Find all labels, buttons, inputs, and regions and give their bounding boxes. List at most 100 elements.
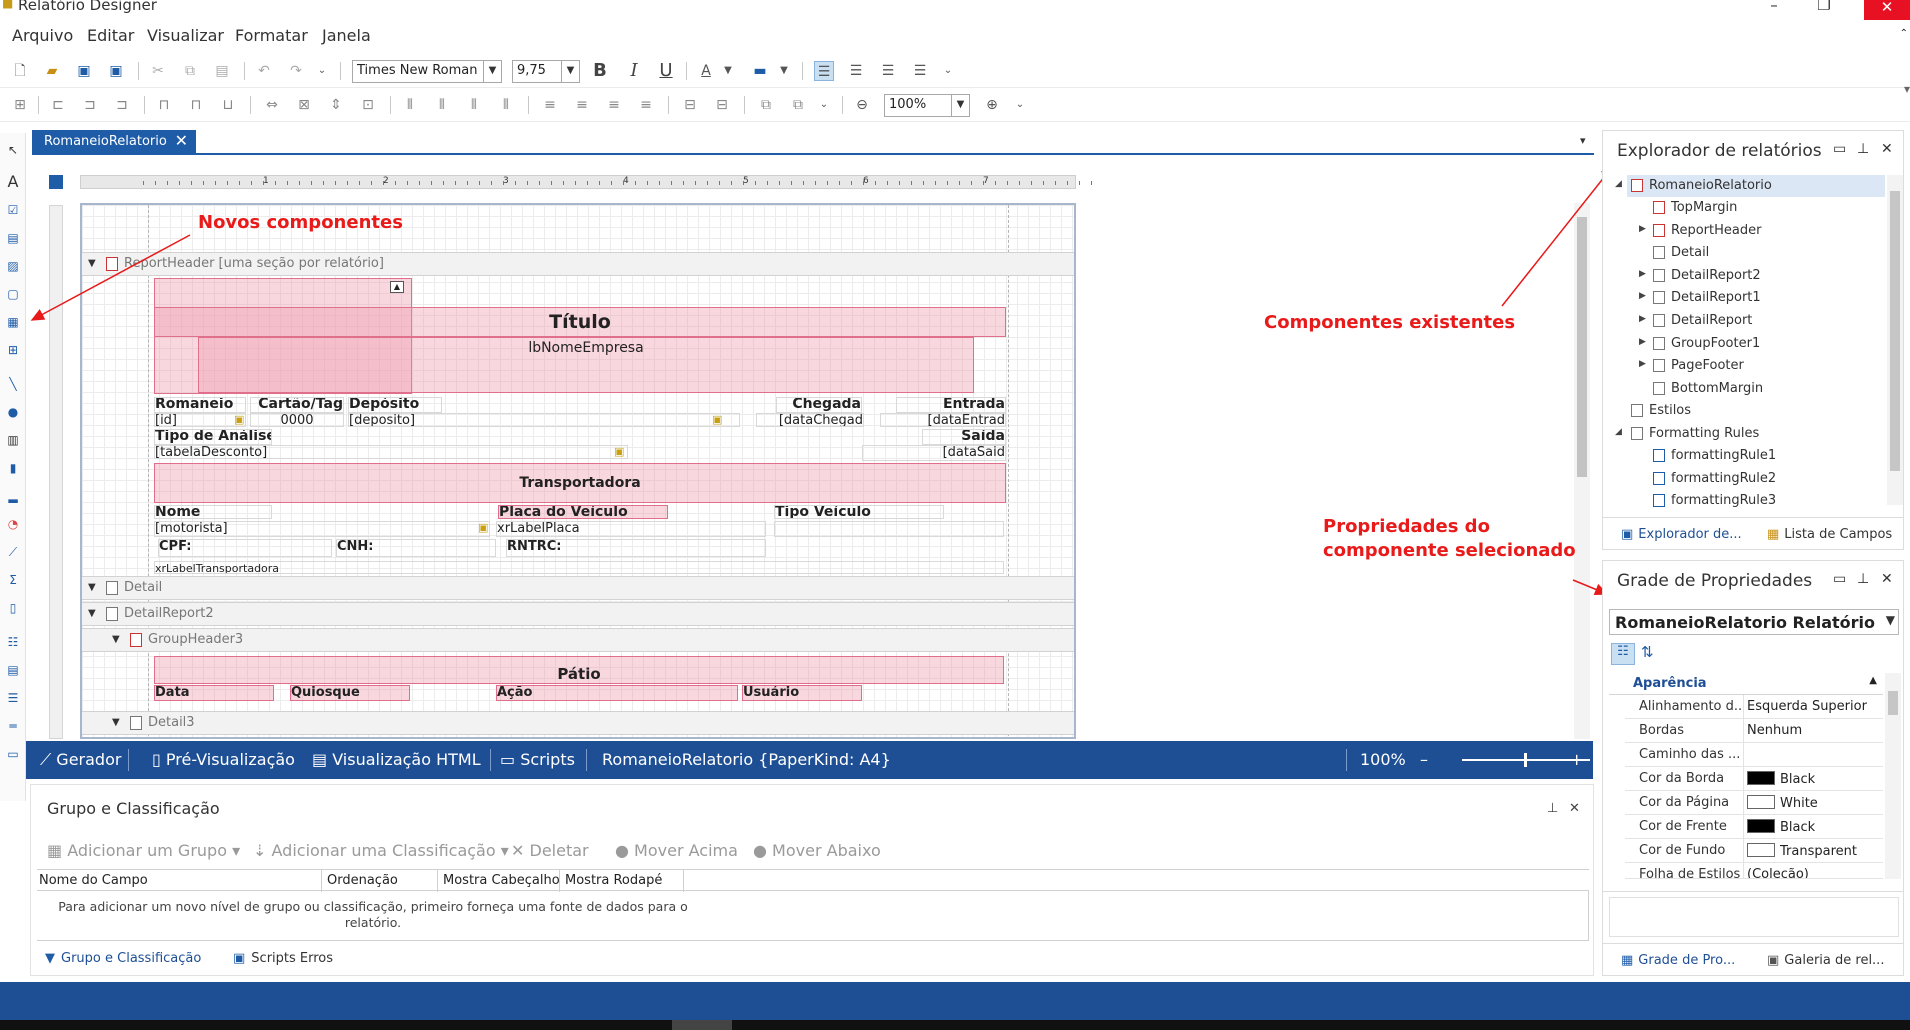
move-up-button[interactable]: ● Mover Acima: [615, 841, 738, 860]
tree-item-label: RomaneioRelatorio: [1649, 178, 1772, 193]
pin-icon[interactable]: ⊥: [1857, 571, 1869, 587]
property-name: Folha de Estilos: [1639, 867, 1741, 879]
property-row[interactable]: Caminho das ...: [1625, 743, 1883, 767]
property-row[interactable]: Folha de Estilos (Coleção): [1625, 863, 1883, 879]
tab-explorador[interactable]: ▣ Explorador de...: [1621, 527, 1742, 542]
expand-icon[interactable]: ▶: [1639, 359, 1646, 369]
annotation-new-components: Novos componentes: [198, 212, 403, 233]
column-mostra-cabecalho[interactable]: Mostra Cabeçalho: [443, 873, 560, 888]
group-grid-body[interactable]: Para adicionar um novo nível de grupo ou…: [37, 891, 1589, 941]
property-value[interactable]: Black: [1780, 772, 1815, 787]
zoom-plus-button[interactable]: +: [1570, 750, 1583, 769]
tree-item[interactable]: ▶ GroupFooter1: [1639, 336, 1760, 351]
expand-icon[interactable]: ▶: [1639, 337, 1646, 347]
properties-panel: Grade de Propriedades ▭ ⊥ ✕ RomaneioRela…: [1602, 560, 1904, 976]
property-row[interactable]: Cor de Fundo Transparent: [1625, 839, 1883, 863]
property-row[interactable]: Bordas Nenhum: [1625, 719, 1883, 743]
tree-item[interactable]: ◢ Formatting Rules: [1615, 426, 1759, 441]
expand-icon[interactable]: ◢: [1615, 179, 1622, 189]
property-value[interactable]: Transparent: [1780, 844, 1857, 859]
tab-galeria[interactable]: ▣ Galeria de rel...: [1767, 953, 1884, 968]
property-name: Cor de Frente: [1639, 819, 1727, 834]
color-swatch: [1747, 843, 1775, 857]
status-scripts-label: Scripts: [520, 750, 575, 769]
tab-gallery-label: Galeria de rel...: [1784, 953, 1885, 968]
tree-item-label: DetailReport: [1671, 313, 1753, 328]
expand-icon[interactable]: ▶: [1639, 224, 1646, 234]
property-value[interactable]: White: [1780, 796, 1818, 811]
tree-item[interactable]: formattingRule3: [1653, 493, 1776, 508]
panel-close-icon[interactable]: ✕: [1881, 141, 1893, 157]
group-grid-header: Nome do Campo Ordenação Mostra Cabeçalho…: [37, 869, 1589, 892]
status-html[interactable]: ▤ Visualização HTML: [312, 750, 481, 769]
tree-item[interactable]: BottomMargin: [1653, 381, 1763, 396]
tree-item[interactable]: ▶ ReportHeader: [1639, 223, 1761, 238]
tree-item[interactable]: formattingRule1: [1653, 448, 1776, 463]
add-sort-button[interactable]: ⇣ Adicionar uma Classificação ▾: [253, 841, 509, 860]
tree-item[interactable]: ▶ DetailReport2: [1639, 268, 1761, 283]
tree-item[interactable]: ▶ PageFooter: [1639, 358, 1744, 373]
explorer-tree[interactable]: ◢ RomaneioRelatorio TopMargin ▶ ReportHead…: [1603, 175, 1885, 508]
tree-item[interactable]: ◢ RomaneioRelatorio: [1615, 178, 1772, 193]
tree-item[interactable]: formattingRule2: [1653, 471, 1776, 486]
property-row[interactable]: Cor da Borda Black: [1625, 767, 1883, 791]
tab-grade-propriedades[interactable]: ▦ Grade de Pro...: [1621, 953, 1735, 968]
add-group-button[interactable]: ▦ Adicionar um Grupo ▾: [47, 841, 240, 860]
property-row[interactable]: Alinhamento d... Esquerda Superior: [1625, 695, 1883, 719]
move-down-button[interactable]: ● Mover Abaixo: [753, 841, 881, 860]
color-swatch: [1747, 795, 1775, 809]
expand-icon[interactable]: ▶: [1639, 291, 1646, 301]
property-value[interactable]: (Coleção): [1747, 867, 1809, 878]
tree-item-label: Estilos: [1649, 403, 1692, 418]
properties-scrollbar[interactable]: [1885, 673, 1901, 879]
tab-lista-campos[interactable]: ▦ Lista de Campos: [1767, 527, 1892, 542]
status-scripts[interactable]: ▭ Scripts: [500, 750, 575, 769]
annotation-properties-line1: Propriedades do: [1323, 516, 1490, 537]
chevron-down-icon[interactable]: ▼: [1886, 613, 1895, 627]
tree-item[interactable]: ▶ DetailReport: [1639, 313, 1753, 328]
object-selector[interactable]: RomaneioRelatorio Relatório ▼: [1609, 609, 1899, 635]
status-gerador[interactable]: ⟋ Gerador: [40, 750, 121, 770]
add-group-label: Adicionar um Grupo: [67, 841, 227, 860]
pin-icon[interactable]: ⊥: [1857, 141, 1869, 157]
category-aparencia[interactable]: Aparência ▲: [1609, 673, 1883, 695]
explorer-scrollbar[interactable]: [1887, 175, 1903, 505]
tab-scripts-erros[interactable]: ▣ Scripts Erros: [233, 951, 333, 966]
zoom-minus-button[interactable]: –: [1420, 750, 1428, 769]
band-icon: [1653, 269, 1665, 282]
tree-item-label: formattingRule3: [1671, 493, 1777, 508]
tree-item[interactable]: TopMargin: [1653, 200, 1737, 215]
column-mostra-rodape[interactable]: Mostra Rodapé: [565, 873, 662, 888]
tree-item[interactable]: Estilos: [1631, 403, 1691, 418]
expand-icon[interactable]: ▶: [1639, 314, 1646, 324]
tree-item[interactable]: Detail: [1653, 245, 1709, 260]
status-html-label: Visualização HTML: [332, 750, 481, 769]
property-row[interactable]: Cor da Página White: [1625, 791, 1883, 815]
tree-item[interactable]: ▶ DetailReport1: [1639, 290, 1761, 305]
column-nome-campo[interactable]: Nome do Campo: [39, 873, 148, 888]
column-ordenacao[interactable]: Ordenação: [327, 873, 398, 888]
categorized-icon[interactable]: ☷: [1611, 643, 1635, 665]
scrollbar-thumb[interactable]: [1890, 191, 1900, 471]
property-value[interactable]: Black: [1780, 820, 1815, 835]
property-row[interactable]: Cor de Frente Black: [1625, 815, 1883, 839]
tree-item-label: PageFooter: [1671, 358, 1744, 373]
delete-button[interactable]: ✕ Deletar: [511, 841, 589, 860]
expand-icon[interactable]: ◢: [1615, 427, 1622, 437]
pin-icon[interactable]: ⊥: [1547, 801, 1558, 816]
maximize-icon[interactable]: ▭: [1833, 141, 1846, 157]
scrollbar-thumb[interactable]: [1888, 691, 1898, 715]
taskbar-active-item[interactable]: [672, 1020, 732, 1030]
maximize-icon[interactable]: ▭: [1833, 571, 1846, 587]
tab-grupo-classificacao[interactable]: ▼ Grupo e Classificação: [45, 951, 201, 966]
panel-close-icon[interactable]: ✕: [1881, 571, 1893, 587]
panel-close-icon[interactable]: ✕: [1569, 801, 1580, 816]
color-swatch: [1747, 819, 1775, 833]
property-value[interactable]: Esquerda Superior: [1747, 699, 1867, 714]
expand-icon[interactable]: ▶: [1639, 269, 1646, 279]
property-value[interactable]: Nenhum: [1747, 723, 1802, 738]
alphabetical-icon[interactable]: ⇅: [1641, 643, 1654, 661]
collapse-icon[interactable]: ▲: [1869, 675, 1877, 686]
zoom-slider-thumb[interactable]: [1524, 753, 1527, 767]
status-pre-visualizacao[interactable]: ▯ Pré-Visualização: [152, 750, 295, 769]
